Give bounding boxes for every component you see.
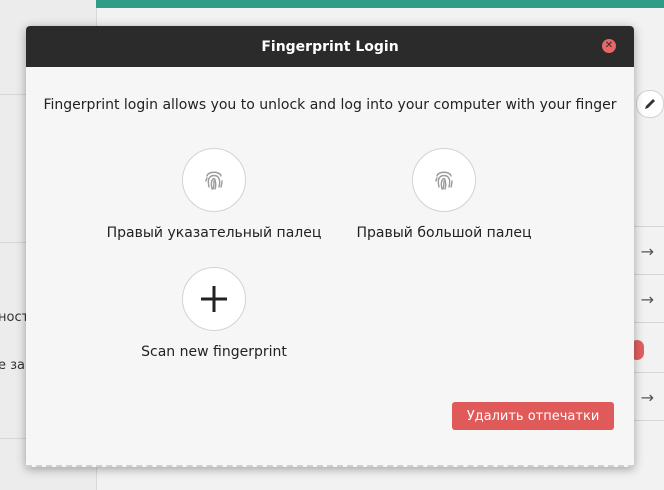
finger-right-index[interactable]: Правый указательный палец (104, 148, 324, 241)
arrow-right-icon[interactable]: → (641, 388, 654, 407)
close-button[interactable]: ✕ (602, 39, 616, 53)
dialog-bottom-edge (26, 465, 634, 467)
sidebar-partial-text: е за (0, 358, 26, 373)
arrow-right-icon[interactable]: → (641, 290, 654, 309)
close-icon: ✕ (604, 40, 614, 51)
scan-new-label: Scan new fingerprint (141, 344, 287, 360)
pencil-icon (645, 99, 655, 109)
fingerprint-login-dialog: Fingerprint Login ✕ Fingerprint login al… (26, 26, 634, 467)
finger-label: Правый большой палец (356, 225, 532, 241)
dialog-description: Fingerprint login allows you to unlock a… (43, 97, 617, 113)
plus-icon (201, 286, 227, 312)
delete-fingerprints-button[interactable]: Удалить отпечатки (452, 402, 614, 430)
finger-label: Правый указательный палец (106, 225, 322, 241)
dialog-title: Fingerprint Login (261, 38, 399, 55)
arrow-right-icon[interactable]: → (641, 242, 654, 261)
edit-button[interactable] (636, 90, 664, 118)
finger-button[interactable] (182, 148, 246, 212)
header-accent-bar (96, 0, 664, 8)
fingerprint-icon (205, 171, 223, 190)
finger-right-thumb[interactable]: Правый большой палец (334, 148, 554, 241)
fingerprint-icon (435, 171, 453, 190)
finger-button[interactable] (412, 148, 476, 212)
dialog-header: Fingerprint Login ✕ (26, 26, 634, 67)
scan-new-button[interactable] (182, 267, 246, 331)
scan-new-fingerprint[interactable]: Scan new fingerprint (104, 267, 324, 360)
sidebar-partial-text: ност (0, 310, 30, 325)
